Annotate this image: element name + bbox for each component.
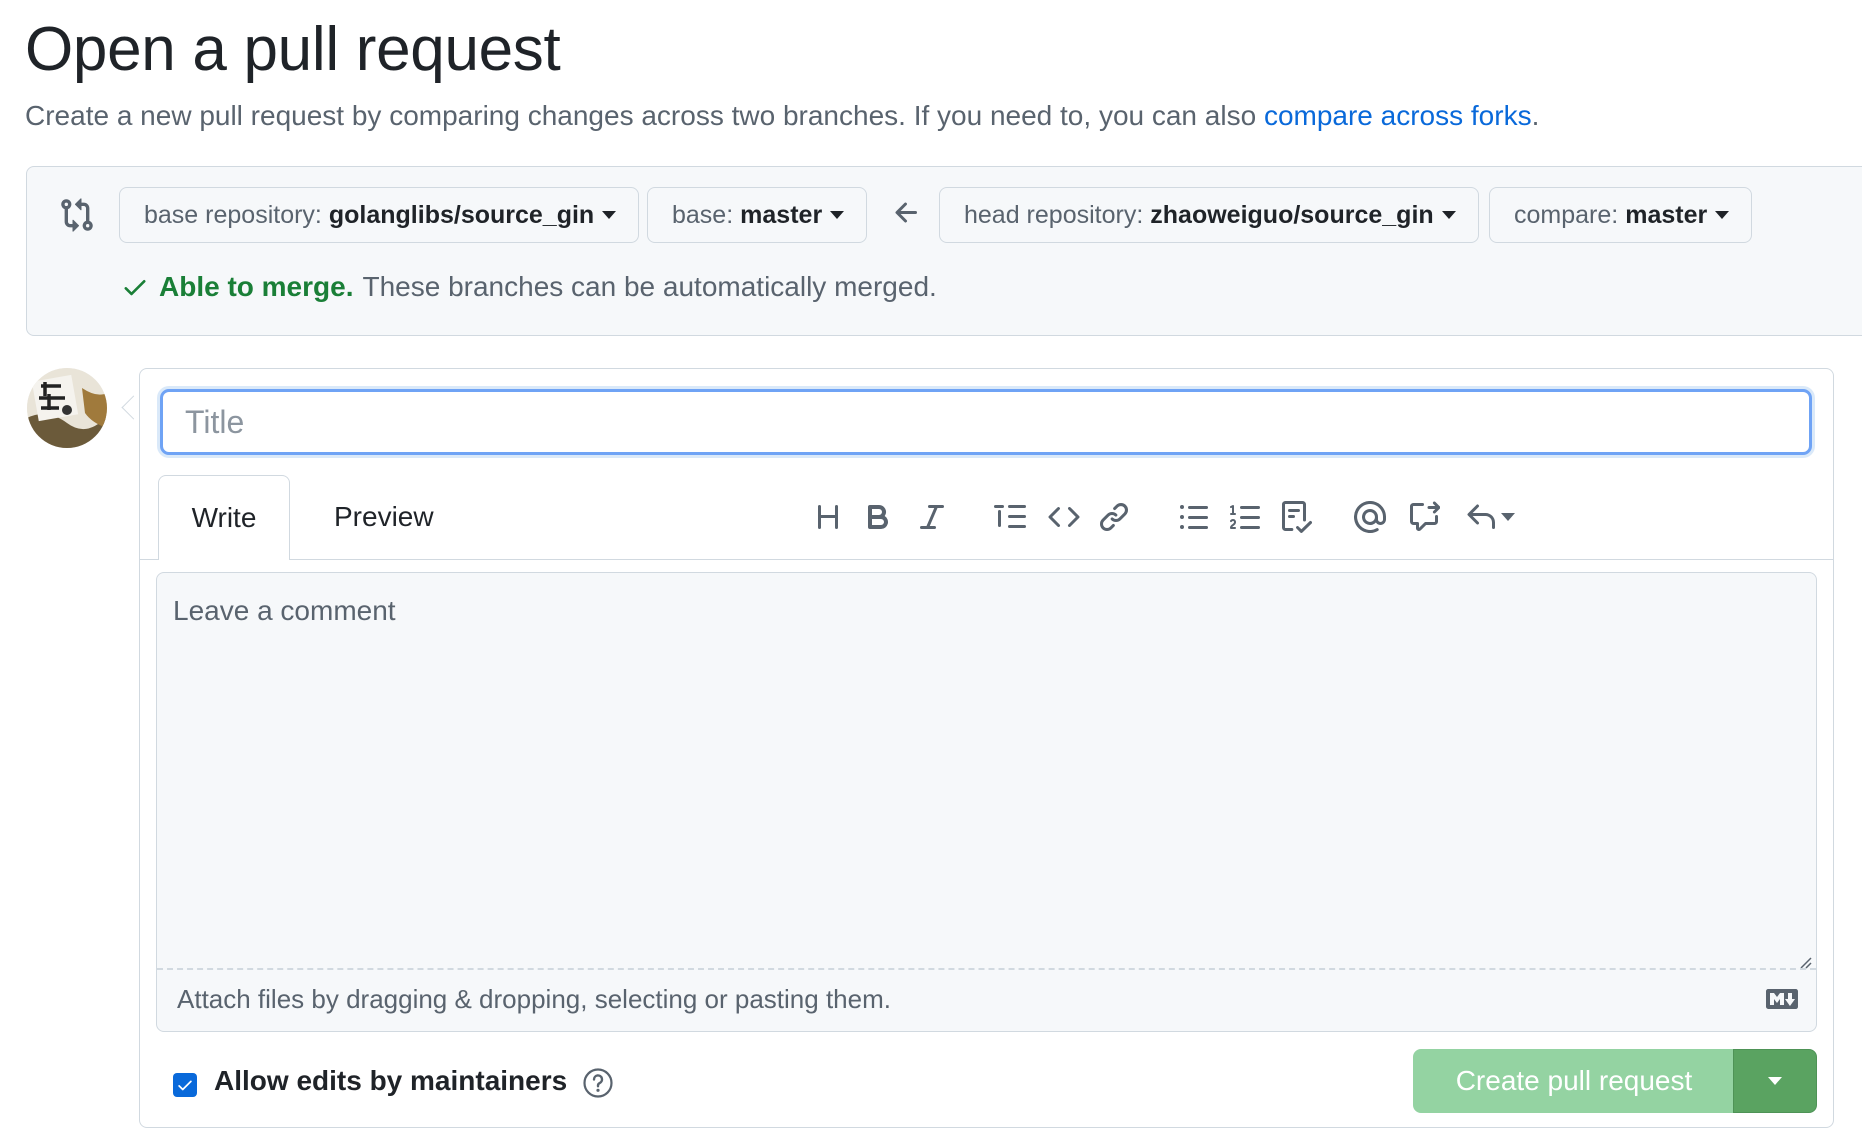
base-repository-value: golanglibs/source_gin: [328, 200, 595, 229]
page-title: Open a pull request: [25, 15, 561, 84]
create-options-dropdown[interactable]: [1733, 1049, 1817, 1113]
quote-icon: [994, 505, 1026, 528]
base-repository-label: base repository:: [144, 200, 322, 229]
allow-edits-checkbox[interactable]: [173, 1073, 197, 1097]
compare-branch-label: compare:: [1514, 200, 1619, 229]
markdown-icon[interactable]: [1766, 988, 1798, 1010]
merge-status-text: These branches can be automatically merg…: [362, 271, 937, 302]
subtitle-suffix: .: [1531, 100, 1540, 131]
reply-icon: [1467, 504, 1495, 529]
bulleted-list-icon: [1180, 505, 1208, 529]
avatar-image: [27, 368, 107, 448]
subtitle-text: Create a new pull request by comparing c…: [25, 100, 1264, 131]
base-branch-value: master: [740, 200, 823, 229]
pull-request-form: Write Preview: [139, 368, 1834, 1128]
italic-icon: [920, 505, 944, 529]
merge-status-ok: Able to merge.: [159, 271, 354, 302]
cross-reference-button[interactable]: [1404, 497, 1444, 537]
task-list-icon: [1282, 501, 1312, 533]
attach-files-text: Attach files by dragging & dropping, sel…: [177, 984, 891, 1014]
chevron-down-icon: [1715, 211, 1730, 219]
task-list-button[interactable]: [1276, 497, 1316, 537]
editor-tabs: Write Preview: [140, 475, 1833, 560]
branch-range-editor: base repository: golanglibs/source_gin ba…: [26, 166, 1862, 336]
tab-write[interactable]: Write: [158, 475, 290, 560]
checkmark-icon: [178, 1080, 192, 1091]
git-compare-icon: [61, 198, 93, 232]
file-attachment-bar[interactable]: Attach files by dragging & dropping, sel…: [157, 968, 1816, 1031]
compare-branch-select[interactable]: compare: master: [1489, 187, 1753, 243]
tab-preview[interactable]: Preview: [334, 475, 434, 559]
bold-button[interactable]: [858, 497, 898, 537]
compare-across-forks-link[interactable]: compare across forks: [1264, 100, 1532, 131]
chevron-down-icon: [1768, 1077, 1782, 1085]
comment-textarea[interactable]: [157, 573, 1816, 968]
code-icon: [1048, 506, 1080, 528]
quote-button[interactable]: [990, 497, 1030, 537]
question-icon[interactable]: [582, 1067, 614, 1099]
mention-icon: [1354, 501, 1386, 533]
code-button[interactable]: [1044, 497, 1084, 537]
chevron-down-icon: [1441, 211, 1456, 219]
check-icon: [124, 280, 146, 296]
head-repository-label: head repository:: [964, 200, 1144, 229]
mention-button[interactable]: [1350, 497, 1390, 537]
numbered-list-button[interactable]: [1226, 497, 1266, 537]
head-repository-select[interactable]: head repository: zhaoweiguo/source_gin: [939, 187, 1479, 243]
base-repository-select[interactable]: base repository: golanglibs/source_gin: [119, 187, 640, 243]
chevron-down-icon: [1501, 513, 1515, 521]
merge-status: Able to merge. These branches can be aut…: [121, 271, 937, 303]
avatar[interactable]: [27, 368, 107, 448]
italic-button[interactable]: [912, 497, 952, 537]
cross-reference-icon: [1410, 501, 1440, 531]
arrow-left-icon: [895, 202, 917, 223]
title-input[interactable]: [160, 389, 1812, 455]
link-icon: [1099, 502, 1129, 532]
bold-icon: [868, 505, 889, 529]
heading-icon: [818, 505, 838, 529]
numbered-list-icon: [1230, 505, 1260, 529]
heading-button[interactable]: [808, 497, 848, 537]
chevron-down-icon: [830, 211, 845, 219]
link-button[interactable]: [1094, 497, 1134, 537]
create-pull-request-button[interactable]: Create pull request: [1413, 1049, 1735, 1113]
compare-branch-value: master: [1625, 200, 1708, 229]
bulleted-list-button[interactable]: [1174, 497, 1214, 537]
base-branch-select[interactable]: base: master: [647, 187, 868, 243]
allow-edits-label[interactable]: Allow edits by maintainers: [214, 1065, 567, 1097]
head-repository-value: zhaoweiguo/source_gin: [1150, 200, 1434, 229]
reply-button[interactable]: [1460, 497, 1520, 537]
page-subtitle: Create a new pull request by comparing c…: [25, 98, 1539, 134]
base-branch-label: base:: [672, 200, 734, 229]
comment-editor: Attach files by dragging & dropping, sel…: [156, 572, 1817, 1032]
form-actions: Allow edits by maintainers Create pull r…: [140, 1049, 1833, 1119]
resize-handle-icon[interactable]: [1798, 955, 1812, 969]
chevron-down-icon: [602, 211, 617, 219]
